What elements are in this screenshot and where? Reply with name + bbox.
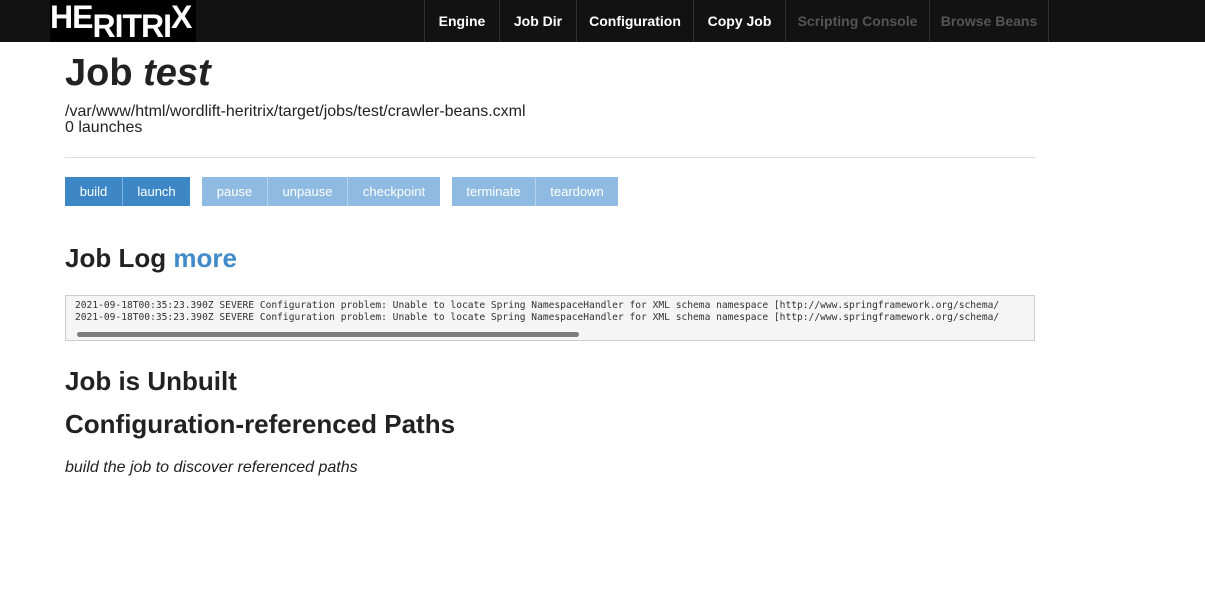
nav-browse-beans: Browse Beans — [929, 0, 1049, 42]
heritrix-logo[interactable]: HE R I T R I X — [50, 0, 196, 44]
nav-job-dir[interactable]: Job Dir — [499, 0, 576, 42]
job-log-heading: Job Log more — [65, 243, 237, 274]
job-unbuilt-heading: Job is Unbuilt — [65, 366, 237, 396]
main-nav: Engine Job Dir Configuration Copy Job Sc… — [424, 0, 1049, 42]
page-title: Job test — [65, 52, 211, 95]
launch-button[interactable]: launch — [123, 177, 190, 206]
build-button[interactable]: build — [65, 177, 123, 206]
page-title-prefix: Job — [65, 52, 133, 94]
logo-part: HE — [50, 0, 93, 35]
job-log-box[interactable]: 2021-09-18T00:35:23.390Z SEVERE Configur… — [65, 295, 1035, 341]
log-line: 2021-09-18T00:35:23.390Z SEVERE Configur… — [75, 300, 1000, 311]
pause-button: pause — [202, 177, 268, 206]
log-line: 2021-09-18T00:35:23.390Z SEVERE Configur… — [75, 312, 1000, 323]
nav-copy-job[interactable]: Copy Job — [693, 0, 785, 42]
job-log-more-link[interactable]: more — [173, 243, 237, 273]
referenced-paths-hint: build the job to discover referenced pat… — [65, 459, 358, 476]
logo-part: X — [171, 0, 192, 35]
job-name: test — [143, 52, 211, 94]
divider — [65, 157, 1035, 158]
launch-count: 0 launches — [65, 119, 143, 136]
horizontal-scrollbar[interactable] — [67, 330, 1033, 339]
terminate-button: terminate — [452, 177, 536, 206]
logo-part: I — [114, 7, 124, 44]
checkpoint-button: checkpoint — [348, 177, 440, 206]
unpause-button: unpause — [268, 177, 348, 206]
logo-part: R — [141, 7, 164, 44]
nav-configuration[interactable]: Configuration — [576, 0, 693, 42]
logo-part: T — [122, 7, 142, 44]
nav-scripting-console: Scripting Console — [785, 0, 929, 42]
teardown-button: teardown — [536, 177, 618, 206]
logo-part: R — [92, 7, 115, 44]
scrollbar-thumb[interactable] — [77, 332, 579, 337]
top-navbar: HE R I T R I X Engine Job Dir Configurat… — [0, 0, 1205, 44]
nav-engine[interactable]: Engine — [424, 0, 499, 42]
logo-part: I — [163, 7, 172, 44]
referenced-paths-heading: Configuration-referenced Paths — [65, 409, 456, 439]
job-log-title: Job Log — [65, 243, 167, 273]
